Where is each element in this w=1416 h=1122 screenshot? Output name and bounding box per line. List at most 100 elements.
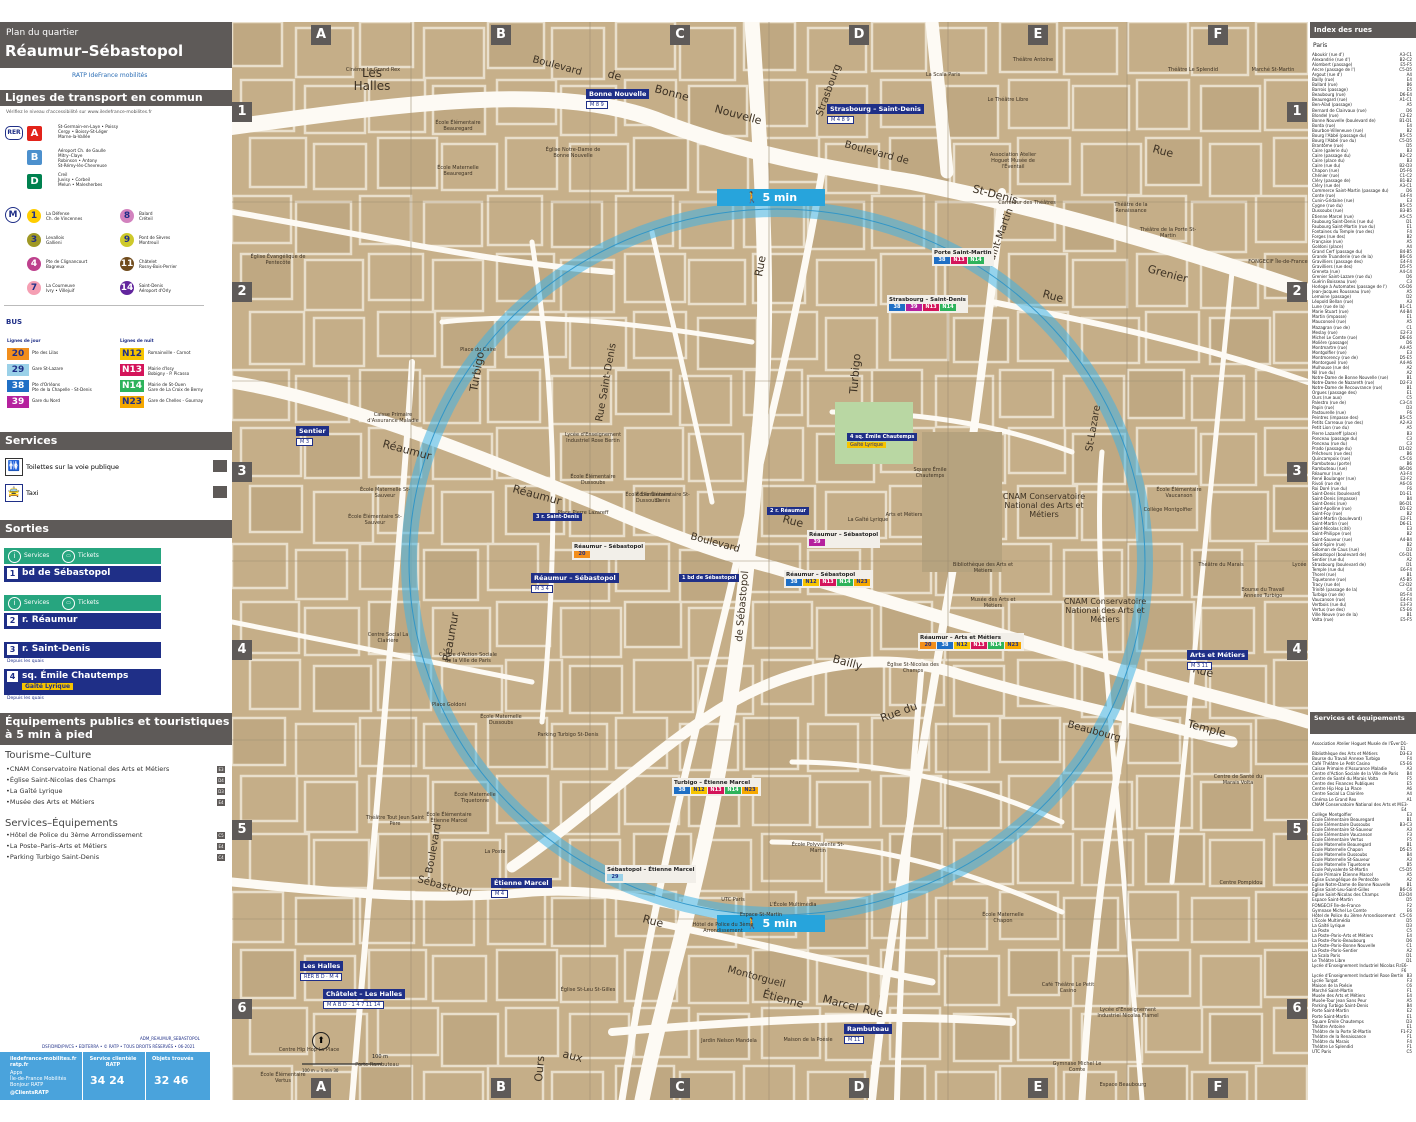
bus-line-badge[interactable]: 38 bbox=[937, 642, 953, 649]
rer-line-d-badge[interactable]: D bbox=[27, 174, 42, 189]
bus-line-badge[interactable]: 39 bbox=[906, 304, 922, 311]
bus-line-badge[interactable]: N23 bbox=[742, 787, 758, 794]
bus-stop-3[interactable]: Réaumur – Sébastopol 39 bbox=[807, 530, 881, 548]
poi-label[interactable]: Théâtre Tout Jeun Saint Père bbox=[364, 815, 426, 827]
poi-label[interactable]: École Maternelle Tiquetonne bbox=[444, 792, 506, 804]
poi-label[interactable]: Église St-Nicolas des Champs bbox=[882, 662, 944, 674]
bus-line-badge[interactable]: N23 bbox=[854, 579, 870, 586]
poi-label[interactable]: Hôtel de Police du 3ème Arrondissement bbox=[692, 922, 754, 934]
poi-label[interactable]: Place Goldoni bbox=[418, 702, 480, 708]
bus-line-badge[interactable]: 38 bbox=[934, 257, 950, 264]
metro-line-14-badge[interactable]: 14 bbox=[120, 281, 134, 295]
bus-line-badge[interactable]: N14 bbox=[837, 579, 853, 586]
poi-label[interactable]: Gymnase Michel Le Comte bbox=[1046, 1061, 1108, 1073]
bus-line-badge[interactable]: N14 bbox=[988, 642, 1004, 649]
bus-stop-2[interactable]: Réaumur – Sébastopol 20 bbox=[572, 542, 646, 560]
exit-4[interactable]: 4 sq. Émile Chautemps Gaîté Lyrique bbox=[4, 669, 161, 695]
poi-label[interactable]: Association Atelier Hoguet Musée de l'Év… bbox=[982, 152, 1044, 170]
bus-line-badge[interactable]: N13 bbox=[971, 642, 987, 649]
map-exit-3[interactable]: 3 r. Saint-Denis bbox=[533, 513, 583, 521]
bus-line-badge[interactable]: N14 bbox=[725, 787, 741, 794]
map-exit-2[interactable]: 2 r. Réaumur bbox=[767, 507, 810, 515]
bus-line-badge[interactable]: N14 bbox=[968, 257, 984, 264]
tourism-item[interactable]: •Église Saint-Nicolas des Champs bbox=[6, 776, 116, 784]
bus-line-38-badge[interactable]: 38 bbox=[7, 380, 29, 392]
bus-line-20-badge[interactable]: 20 bbox=[7, 348, 29, 360]
poi-label[interactable]: CNAM Conservatoire National des Arts et … bbox=[994, 492, 1094, 519]
poi-label[interactable]: Maison de la Poésie bbox=[777, 1037, 839, 1043]
poi-label[interactable]: Théâtre du Marais bbox=[1190, 562, 1252, 568]
bus-stop-7[interactable]: Sébastopol – Étienne Marcel 29 bbox=[605, 865, 697, 883]
poi-label[interactable]: Espace Beaubourg bbox=[1092, 1082, 1154, 1088]
metro-station-7[interactable]: Châtelet – Les Halles bbox=[323, 989, 406, 999]
poi-label[interactable]: École Maternelle Chapon bbox=[972, 912, 1034, 924]
bus-line-badge[interactable]: 29 bbox=[607, 874, 623, 881]
street-index-entry[interactable]: Volta (rue) E5-F5 bbox=[1312, 617, 1412, 622]
bus-stop-6[interactable]: Turbigo – Étienne Marcel 38 N12 N13 N14 N23 bbox=[672, 778, 761, 796]
exit-3[interactable]: 3 r. Saint-Denis bbox=[4, 642, 161, 658]
metro-station-5[interactable]: Étienne Marcel bbox=[491, 878, 552, 888]
metro-station-8[interactable]: Rambuteau bbox=[844, 1024, 892, 1034]
poi-label[interactable]: Bourse du Travail Annexe Turbigo bbox=[1232, 587, 1294, 599]
poi-label[interactable]: Théâtre Le Splendid bbox=[1162, 67, 1224, 73]
twitter-link[interactable]: @ClientsRATP bbox=[10, 1090, 49, 1096]
poi-label[interactable]: Église St-Leu St-Gilles bbox=[557, 987, 619, 993]
metro-line-4-badge[interactable]: 4 bbox=[27, 257, 41, 271]
poi-label[interactable]: Centre de Santé du Marais Volta bbox=[1207, 774, 1269, 786]
poi-label[interactable]: Théâtre de la Porte St-Martin bbox=[1137, 227, 1199, 239]
bus-line-badge[interactable]: 38 bbox=[889, 304, 905, 311]
rer-line-a-badge[interactable]: A bbox=[27, 126, 42, 141]
poi-label[interactable]: FONGECIF Île-de-France bbox=[1247, 259, 1308, 265]
bus-line-badge[interactable]: N13 bbox=[708, 787, 724, 794]
poi-label[interactable]: Square Émile Chautemps bbox=[899, 467, 961, 479]
poi-label[interactable]: Jardin Nelson Mandela bbox=[698, 1038, 760, 1044]
poi-label[interactable]: Carrefour des Théâtres bbox=[996, 200, 1058, 206]
poi-label[interactable]: École Élémentaire Étienne Marcel bbox=[418, 812, 480, 824]
poi-label[interactable]: Lycée Turgot bbox=[1277, 562, 1308, 568]
equipment-index-entry[interactable]: UTC Paris C5 bbox=[1312, 1049, 1412, 1054]
bus-line-badge[interactable]: 38 bbox=[674, 787, 690, 794]
bus-line-badge[interactable]: 20 bbox=[574, 551, 590, 558]
bus-line-39-badge[interactable]: 39 bbox=[7, 396, 29, 408]
bus-stop-5[interactable]: Réaumur – Arts et Métiers 20 38 N12 N13 N14 N2… bbox=[918, 633, 1024, 651]
metro-line-9-badge[interactable]: 9 bbox=[120, 233, 134, 247]
website-link[interactable]: iledefrance-mobilites.fr ratp.fr bbox=[10, 1056, 76, 1068]
poi-label[interactable]: Théâtre Antoine bbox=[1002, 57, 1064, 63]
poi-label[interactable]: Porte Rambuteau bbox=[346, 1062, 408, 1068]
poi-label[interactable]: École Élémentaire Vertus bbox=[252, 1072, 314, 1084]
metro-station-6[interactable]: Les Halles bbox=[300, 961, 344, 971]
metro-line-8-badge[interactable]: 8 bbox=[120, 209, 134, 223]
bus-line-badge[interactable]: N13 bbox=[820, 579, 836, 586]
poi-label[interactable]: École Maternelle Dussoubs bbox=[470, 714, 532, 726]
poi-label[interactable]: CNAM Conservatoire National des Arts et … bbox=[1055, 597, 1155, 624]
metro-line-3-badge[interactable]: 3 bbox=[27, 233, 41, 247]
poi-label[interactable]: École Élémentaire Beauregard bbox=[427, 120, 489, 132]
poi-label[interactable]: Église Évangélique de Pentecôte bbox=[247, 254, 309, 266]
poi-label[interactable]: École Élémentaire St-Denis bbox=[632, 492, 694, 504]
poi-label[interactable]: Marché St-Martin bbox=[1242, 67, 1304, 73]
poi-label[interactable]: Caisse Primaire d'Assurance Maladie bbox=[362, 412, 424, 424]
map-exit-4[interactable]: 4 sq. Émile Chautemps bbox=[847, 433, 918, 441]
poi-label[interactable]: École Élémentaire St-Sauveur bbox=[344, 514, 406, 526]
poi-label[interactable]: Place du Caire bbox=[447, 347, 509, 353]
bus-line-badge[interactable]: N12 bbox=[954, 642, 970, 649]
poi-label[interactable]: Théâtre de la Renaissance bbox=[1100, 202, 1162, 214]
tourism-item[interactable]: •Musée des Arts et Métiers bbox=[6, 798, 94, 806]
bus-stop-1[interactable]: Strasbourg – Saint-Denis 38 39 N13 N14 bbox=[887, 295, 968, 313]
poi-label[interactable]: Église Notre-Dame de Bonne Nouvelle bbox=[542, 147, 604, 159]
service-equipment-item[interactable]: •Hôtel de Police du 3ème Arrondissement bbox=[6, 831, 142, 839]
client-service-number[interactable]: 34 24 bbox=[90, 1074, 124, 1087]
poi-label[interactable]: Le Théâtre Libre bbox=[977, 97, 1039, 103]
bus-line-badge[interactable]: 39 bbox=[809, 539, 825, 546]
bus-line-n14-badge[interactable]: N14 bbox=[120, 380, 144, 392]
neighborhood-map[interactable]: Boulevard de Bonne Nouvelle Strasbourg Boulev… bbox=[232, 22, 1308, 1100]
metro-station-0[interactable]: Bonne Nouvelle bbox=[586, 89, 650, 99]
bus-line-badge[interactable]: N13 bbox=[951, 257, 967, 264]
poi-label[interactable]: Centre Pompidou bbox=[1210, 880, 1272, 886]
poi-label[interactable]: La Poste bbox=[464, 849, 526, 855]
poi-label[interactable]: Centre d'Action Sociale de la Ville de P… bbox=[437, 652, 499, 664]
bus-line-badge[interactable]: N23 bbox=[1005, 642, 1021, 649]
bus-line-n12-badge[interactable]: N12 bbox=[120, 348, 144, 360]
exit-2[interactable]: 2 r. Réaumur bbox=[4, 613, 161, 629]
poi-label[interactable]: Café Théâtre Le Petit Casino bbox=[1037, 982, 1099, 994]
